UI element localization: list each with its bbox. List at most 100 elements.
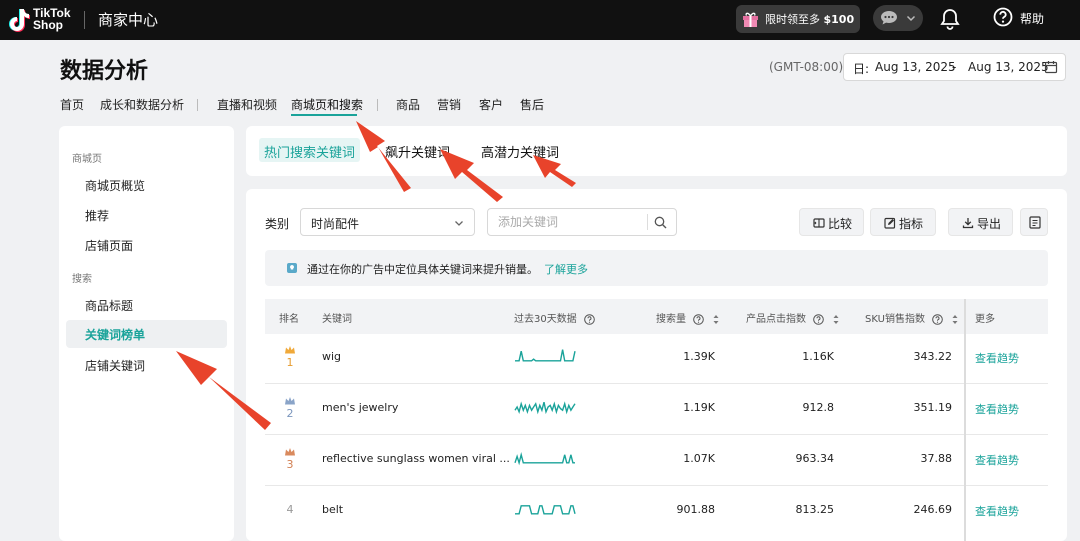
sort-icon[interactable] xyxy=(832,314,840,325)
learn-more-link[interactable]: 了解更多 xyxy=(544,261,588,277)
table-header: 排名 关键词 过去30天数据 搜索量 产品点击指数 SKU销售指数 更多 xyxy=(265,299,1048,334)
keyword-search-input[interactable] xyxy=(488,209,648,235)
chat-button[interactable] xyxy=(873,5,923,31)
export-label: 导出 xyxy=(977,217,1002,231)
nav-live-video[interactable]: 直播和视频 xyxy=(217,96,277,113)
gift-icon xyxy=(743,12,758,27)
nav-mall-search[interactable]: 商城页和搜索 xyxy=(291,96,363,113)
view-trend-link[interactable]: 查看趋势 xyxy=(975,503,1019,519)
date-range-picker[interactable]: 日: Aug 13, 2025 - Aug 13, 2025 xyxy=(843,53,1066,81)
notes-icon xyxy=(1029,216,1041,229)
chat-icon xyxy=(881,11,897,25)
nav-products[interactable]: 商品 xyxy=(396,96,420,113)
search-icon[interactable] xyxy=(654,216,667,229)
search-volume: 1.19K xyxy=(683,401,715,414)
table-row: 2 men's jewelry 1.19K 912.8 351.19 查看趋势 xyxy=(265,385,1048,435)
help-icon[interactable] xyxy=(693,313,704,325)
chevron-down-icon xyxy=(906,15,916,22)
header-last30: 过去30天数据 xyxy=(514,314,577,325)
sku-index: 343.22 xyxy=(913,350,953,363)
sort-icon[interactable] xyxy=(712,314,720,325)
nav-separator xyxy=(377,99,378,111)
divider xyxy=(84,11,85,29)
header-sku-index: SKU销售指数 xyxy=(865,314,925,325)
notes-button[interactable] xyxy=(1020,208,1048,236)
keyword: men's jewelry xyxy=(322,401,399,414)
click-index: 912.8 xyxy=(802,401,835,414)
table-row: 4 belt 901.88 813.25 246.69 查看趋势 xyxy=(265,487,1048,537)
promo-button[interactable]: 限时领至多 $100 xyxy=(736,5,860,33)
tab-high-potential-keywords[interactable]: 高潜力关键词 xyxy=(481,142,559,161)
sku-index: 37.88 xyxy=(920,452,953,465)
sidebar-item-label: 关键词榜单 xyxy=(85,328,146,342)
header-more: 更多 xyxy=(975,314,995,325)
help-icon[interactable] xyxy=(993,7,1013,27)
keyword: wig xyxy=(322,350,342,363)
tip-text: 通过在你的广告中定位具体关键词来提升销量。 xyxy=(307,263,538,276)
date-separator: - xyxy=(952,60,957,74)
tab-rising-keywords[interactable]: 飙升关键词 xyxy=(385,142,450,161)
header-search-volume: 搜索量 xyxy=(656,314,686,325)
crown-icon xyxy=(285,397,295,405)
category-label: 类别 xyxy=(265,217,290,231)
rank-number: 2 xyxy=(286,407,294,420)
sku-index: 246.69 xyxy=(913,503,953,516)
rank-number: 4 xyxy=(286,503,294,516)
export-button[interactable]: 导出 xyxy=(948,208,1013,236)
sidebar-item-store-keywords[interactable]: 店铺关键词 xyxy=(85,357,145,374)
metrics-button[interactable]: 指标 xyxy=(870,208,936,236)
nav-after-sales[interactable]: 售后 xyxy=(520,96,544,113)
rank-number: 1 xyxy=(286,356,294,369)
tiktok-logo-icon xyxy=(9,9,30,32)
tiktok-shop-logo[interactable]: TikTok Shop xyxy=(8,6,78,34)
header-click-index: 产品点击指数 xyxy=(746,314,806,325)
divider xyxy=(647,214,648,230)
bell-icon[interactable] xyxy=(940,8,960,30)
nav-active-underline xyxy=(291,114,357,116)
compare-icon xyxy=(813,218,825,228)
sort-icon[interactable] xyxy=(951,314,959,325)
keyword-panel: 类别 时尚配件 比较 指标 导出 xyxy=(246,189,1067,541)
download-icon xyxy=(962,218,974,229)
compare-button[interactable]: 比较 xyxy=(799,208,864,236)
sidebar-group-mall: 商城页 xyxy=(72,154,102,165)
view-trend-link[interactable]: 查看趋势 xyxy=(975,401,1019,417)
sidebar-item-recommend[interactable]: 推荐 xyxy=(85,207,109,224)
rank-number: 3 xyxy=(286,458,294,471)
category-select[interactable]: 时尚配件 xyxy=(300,208,475,236)
header-rank: 排名 xyxy=(279,314,299,325)
click-index: 963.34 xyxy=(795,452,835,465)
brand-line-2: Shop xyxy=(33,18,63,32)
column-divider xyxy=(964,299,966,541)
sidebar-item-mall-overview[interactable]: 商城页概览 xyxy=(85,177,145,194)
tab-hot-keywords[interactable]: 热门搜索关键词 xyxy=(259,138,361,162)
sparkline xyxy=(514,401,576,415)
nav-marketing[interactable]: 营销 xyxy=(437,96,461,113)
keyword: reflective sunglass women viral ... xyxy=(322,452,510,465)
crown-icon xyxy=(285,346,295,354)
sparkline xyxy=(514,452,575,466)
seller-center-title: 商家中心 xyxy=(98,11,159,29)
help-link[interactable]: 帮助 xyxy=(1020,10,1044,27)
sidebar-group-search: 搜索 xyxy=(72,274,92,285)
page-title: 数据分析 xyxy=(60,59,149,84)
crown-icon xyxy=(285,448,295,456)
sparkline xyxy=(515,349,576,362)
help-icon[interactable] xyxy=(813,313,824,325)
keyword: belt xyxy=(322,503,344,516)
view-trend-link[interactable]: 查看趋势 xyxy=(975,350,1019,366)
sidebar-item-keyword-ranking[interactable]: 关键词榜单 xyxy=(66,320,227,348)
help-icon[interactable] xyxy=(584,313,595,325)
keyword-tabs: 热门搜索关键词 飙升关键词 高潜力关键词 xyxy=(246,126,1067,176)
click-index: 813.25 xyxy=(795,503,835,516)
help-icon[interactable] xyxy=(932,313,943,325)
edit-icon xyxy=(884,217,896,229)
nav-home[interactable]: 首页 xyxy=(60,96,84,113)
view-trend-link[interactable]: 查看趋势 xyxy=(975,452,1019,468)
nav-growth-analytics[interactable]: 成长和数据分析 xyxy=(100,96,184,113)
sidebar-item-product-title[interactable]: 商品标题 xyxy=(85,297,133,314)
chevron-down-icon xyxy=(455,221,463,226)
category-value: 时尚配件 xyxy=(311,217,360,231)
nav-customers[interactable]: 客户 xyxy=(479,96,503,113)
sidebar-item-store-page[interactable]: 店铺页面 xyxy=(85,237,133,254)
